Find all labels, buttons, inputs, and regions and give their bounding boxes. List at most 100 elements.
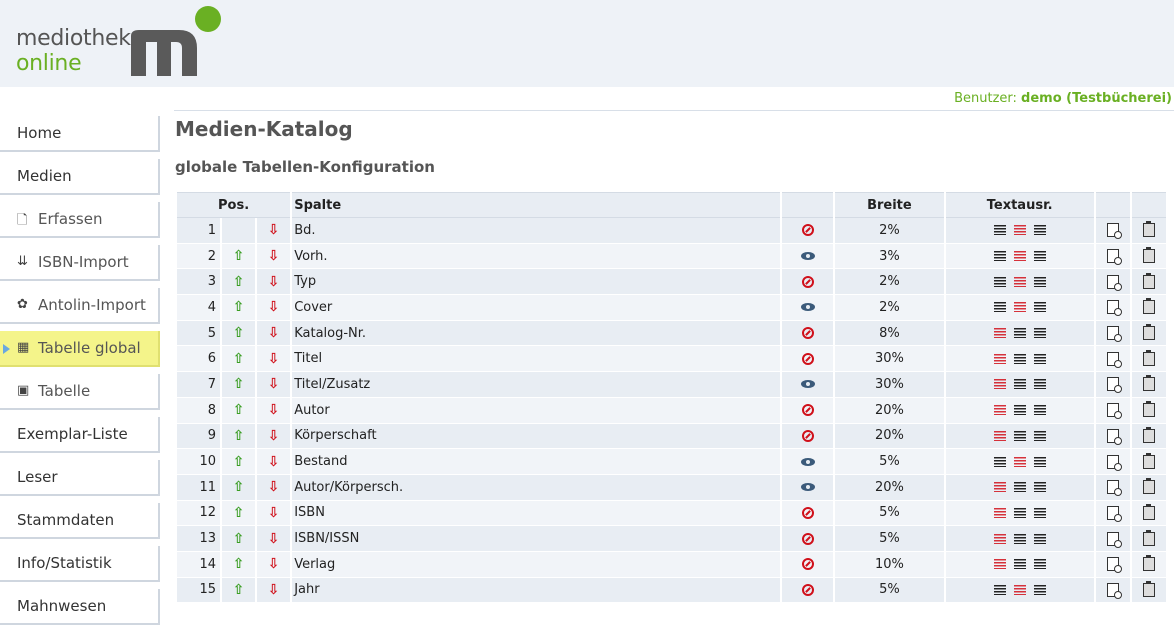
preview-icon[interactable] bbox=[1106, 300, 1122, 317]
move-up-icon[interactable]: ⇧ bbox=[233, 248, 245, 264]
column-width[interactable]: 2% bbox=[835, 295, 944, 321]
move-down-icon[interactable]: ⇩ bbox=[268, 505, 280, 521]
move-down-icon[interactable]: ⇩ bbox=[268, 248, 280, 264]
align-right-icon[interactable] bbox=[1033, 353, 1046, 364]
preview-icon[interactable] bbox=[1106, 505, 1122, 522]
column-width[interactable]: 8% bbox=[835, 320, 944, 347]
column-width[interactable]: 5% bbox=[835, 526, 944, 552]
clipboard-icon[interactable] bbox=[1142, 349, 1155, 366]
move-down-icon[interactable]: ⇩ bbox=[268, 454, 280, 470]
clipboard-icon[interactable] bbox=[1142, 401, 1155, 418]
eye-icon[interactable] bbox=[800, 252, 815, 261]
align-center-icon[interactable] bbox=[1013, 379, 1026, 390]
align-right-icon[interactable] bbox=[1033, 533, 1046, 544]
align-right-icon[interactable] bbox=[1033, 302, 1046, 313]
sidebar-item-leser[interactable]: Leser bbox=[0, 460, 160, 496]
align-left-icon[interactable] bbox=[993, 379, 1006, 390]
clipboard-icon[interactable] bbox=[1142, 503, 1155, 520]
align-center-icon[interactable] bbox=[1013, 482, 1026, 493]
move-up-icon[interactable]: ⇧ bbox=[233, 299, 245, 315]
align-left-icon[interactable] bbox=[993, 302, 1006, 313]
align-left-icon[interactable] bbox=[993, 405, 1006, 416]
clipboard-icon[interactable] bbox=[1142, 580, 1155, 597]
eye-icon[interactable] bbox=[800, 457, 815, 466]
move-down-icon[interactable]: ⇩ bbox=[268, 222, 280, 238]
preview-icon[interactable] bbox=[1106, 326, 1122, 343]
align-center-icon[interactable] bbox=[1013, 507, 1026, 518]
move-up-icon[interactable]: ⇧ bbox=[233, 454, 245, 470]
eye-icon[interactable] bbox=[800, 483, 815, 492]
preview-icon[interactable] bbox=[1106, 557, 1122, 574]
move-down-icon[interactable]: ⇩ bbox=[268, 582, 280, 598]
sidebar-item-tabelle[interactable]: ▣ Tabelle bbox=[0, 374, 160, 410]
move-up-icon[interactable]: ⇧ bbox=[233, 325, 245, 341]
align-right-icon[interactable] bbox=[1033, 225, 1046, 236]
align-left-icon[interactable] bbox=[993, 251, 1006, 262]
preview-icon[interactable] bbox=[1106, 274, 1122, 291]
eye-icon[interactable] bbox=[800, 380, 815, 389]
align-right-icon[interactable] bbox=[1033, 328, 1046, 339]
align-right-icon[interactable] bbox=[1033, 379, 1046, 390]
move-down-icon[interactable]: ⇩ bbox=[268, 402, 280, 418]
user-name[interactable]: demo (Testbücherei) bbox=[1021, 91, 1172, 106]
move-up-icon[interactable]: ⇧ bbox=[233, 505, 245, 521]
align-center-icon[interactable] bbox=[1013, 225, 1026, 236]
align-left-icon[interactable] bbox=[993, 559, 1006, 570]
move-up-icon[interactable]: ⇧ bbox=[233, 582, 245, 598]
align-center-icon[interactable] bbox=[1013, 430, 1026, 441]
preview-icon[interactable] bbox=[1106, 223, 1122, 240]
hidden-icon[interactable] bbox=[801, 506, 814, 519]
move-down-icon[interactable]: ⇩ bbox=[268, 299, 280, 315]
clipboard-icon[interactable] bbox=[1142, 324, 1155, 341]
preview-icon[interactable] bbox=[1106, 249, 1122, 266]
clipboard-icon[interactable] bbox=[1142, 426, 1155, 443]
sidebar-item-stammdaten[interactable]: Stammdaten bbox=[0, 503, 160, 539]
move-up-icon[interactable]: ⇧ bbox=[233, 376, 245, 392]
align-left-icon[interactable] bbox=[993, 328, 1006, 339]
align-right-icon[interactable] bbox=[1033, 276, 1046, 287]
sidebar-item-erfassen[interactable]: 🗋 Erfassen bbox=[0, 202, 160, 238]
hidden-icon[interactable] bbox=[801, 275, 814, 288]
align-center-icon[interactable] bbox=[1013, 251, 1026, 262]
move-up-icon[interactable]: ⇧ bbox=[233, 351, 245, 367]
column-width[interactable]: 20% bbox=[835, 474, 944, 501]
align-right-icon[interactable] bbox=[1033, 482, 1046, 493]
hidden-icon[interactable] bbox=[801, 327, 814, 340]
column-width[interactable]: 5% bbox=[835, 577, 944, 604]
align-right-icon[interactable] bbox=[1033, 405, 1046, 416]
move-down-icon[interactable]: ⇩ bbox=[268, 479, 280, 495]
align-left-icon[interactable] bbox=[993, 225, 1006, 236]
align-left-icon[interactable] bbox=[993, 507, 1006, 518]
preview-icon[interactable] bbox=[1106, 377, 1122, 394]
move-up-icon[interactable]: ⇧ bbox=[233, 274, 245, 290]
align-right-icon[interactable] bbox=[1033, 507, 1046, 518]
preview-icon[interactable] bbox=[1106, 454, 1122, 471]
column-width[interactable]: 20% bbox=[835, 423, 944, 450]
preview-icon[interactable] bbox=[1106, 428, 1122, 445]
align-center-icon[interactable] bbox=[1013, 353, 1026, 364]
clipboard-icon[interactable] bbox=[1142, 221, 1155, 238]
move-up-icon[interactable]: ⇧ bbox=[233, 479, 245, 495]
sidebar-item-medien[interactable]: Medien bbox=[0, 159, 160, 195]
clipboard-icon[interactable] bbox=[1142, 529, 1155, 546]
sidebar-item-home[interactable]: Home bbox=[0, 116, 160, 152]
sidebar-item-info-statistik[interactable]: Info/Statistik bbox=[0, 546, 160, 582]
column-width[interactable]: 2% bbox=[835, 218, 944, 244]
align-center-icon[interactable] bbox=[1013, 584, 1026, 595]
preview-icon[interactable] bbox=[1106, 351, 1122, 368]
align-right-icon[interactable] bbox=[1033, 584, 1046, 595]
align-left-icon[interactable] bbox=[993, 276, 1006, 287]
clipboard-icon[interactable] bbox=[1142, 375, 1155, 392]
hidden-icon[interactable] bbox=[801, 224, 814, 237]
column-width[interactable]: 30% bbox=[835, 346, 944, 373]
sidebar-item-isbn-import[interactable]: ⇊ ISBN-Import bbox=[0, 245, 160, 281]
clipboard-icon[interactable] bbox=[1142, 555, 1155, 572]
hidden-icon[interactable] bbox=[801, 532, 814, 545]
clipboard-icon[interactable] bbox=[1142, 272, 1155, 289]
preview-icon[interactable] bbox=[1106, 480, 1122, 497]
align-center-icon[interactable] bbox=[1013, 559, 1026, 570]
clipboard-icon[interactable] bbox=[1142, 452, 1155, 469]
eye-icon[interactable] bbox=[800, 303, 815, 312]
column-width[interactable]: 5% bbox=[835, 500, 944, 527]
align-left-icon[interactable] bbox=[993, 584, 1006, 595]
